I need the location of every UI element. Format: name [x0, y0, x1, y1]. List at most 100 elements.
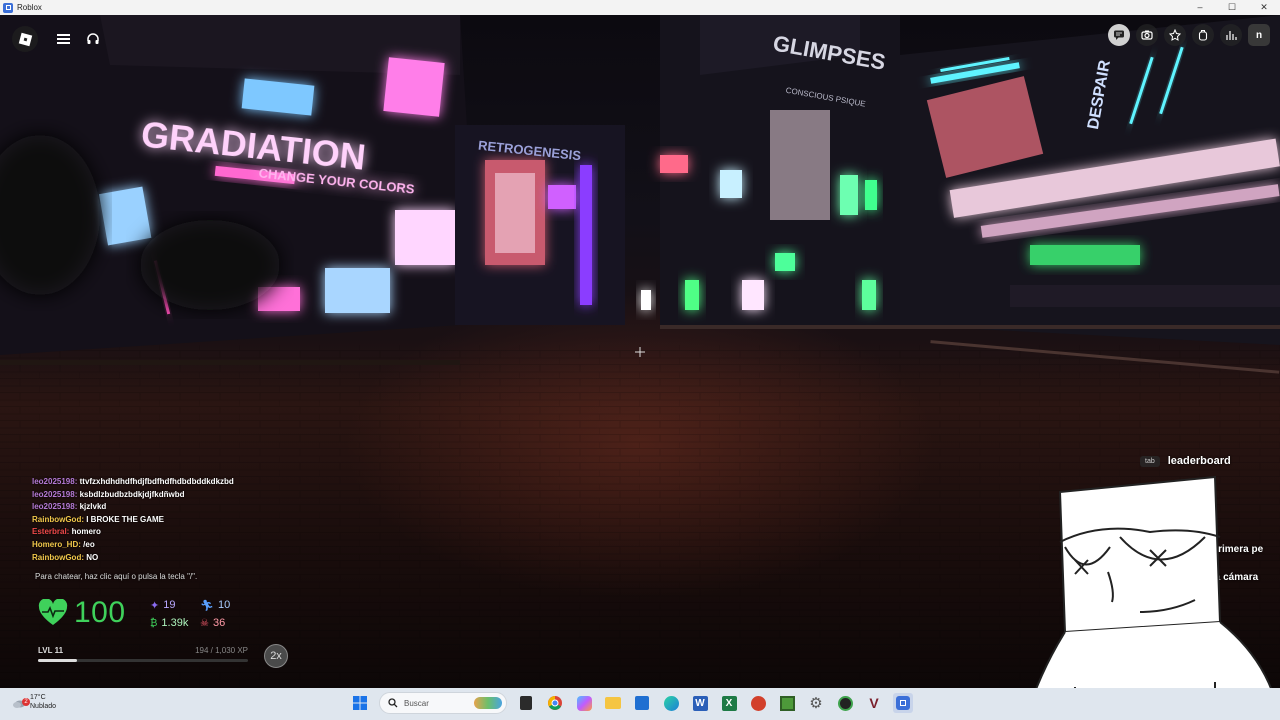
office-icon [750, 695, 766, 711]
roblox-app-icon [3, 2, 13, 13]
taskbar-search[interactable]: Buscar [379, 692, 507, 714]
chat-window[interactable]: leo2025198: ttvfzxhdhdhdfhdjfbdfhdfhdbdb… [32, 476, 312, 564]
taskbar-edge[interactable] [661, 693, 681, 713]
roblox-taskbar-icon [896, 696, 910, 710]
chat-username: Esterbral: [32, 527, 70, 537]
taskbar-xbox[interactable] [835, 693, 855, 713]
taskbar-word[interactable]: W [690, 693, 710, 713]
taskbar-games[interactable]: V [864, 693, 884, 713]
chat-username: Homero_HD: [32, 539, 81, 549]
taskbar-minecraft[interactable] [777, 693, 797, 713]
hamburger-icon [56, 35, 70, 43]
user-avatar-button[interactable]: n [1248, 24, 1270, 46]
taskbar-widgets[interactable] [516, 693, 536, 713]
weather-widget[interactable]: 2 17°C Nublado [12, 693, 56, 711]
widgets-icon [520, 696, 532, 710]
hamburger-menu-button[interactable] [52, 28, 74, 50]
streamer-avatar-drawing [1023, 475, 1280, 720]
kills-value: 36 [212, 617, 226, 629]
chat-text: I BROKE THE GAME [86, 514, 165, 524]
taskbar-excel[interactable]: X [719, 693, 739, 713]
close-button[interactable]: ✕ [1248, 0, 1280, 15]
camera-icon [1141, 30, 1153, 40]
chat-input-hint[interactable]: Para chatear, haz clic aquí o pulsa la t… [35, 572, 197, 581]
chat-text: /eo [83, 539, 95, 549]
chat-message: leo2025198: ksbdlzbudbzbdkjdjfkdñwbd [32, 489, 312, 502]
chat-text: ksbdlzbudbzbdkjdjfkdñwbd [79, 489, 185, 499]
search-placeholder: Buscar [404, 698, 429, 708]
chat-message: Homero_HD: /eo [32, 539, 312, 552]
taskbar-store[interactable] [632, 693, 652, 713]
backpack-button[interactable] [1192, 24, 1214, 46]
windows-start-icon [353, 696, 367, 710]
chat-message: RainbowGod: I BROKE THE GAME [32, 514, 312, 527]
chat-toggle-button[interactable] [1108, 24, 1130, 46]
chat-text: ttvfzxhdhdhdfhdjfbdfhdfhdbdbddkdkzbd [79, 477, 234, 486]
word-icon: W [692, 695, 708, 711]
weather-icon: 2 [12, 696, 30, 708]
chat-username: RainbowGod: [32, 514, 84, 524]
chat-username: leo2025198: [32, 502, 78, 512]
health-display: 100 [38, 596, 126, 630]
taskbar-roblox[interactable] [893, 693, 913, 713]
chat-message: leo2025198: kjzlvkd [32, 501, 312, 514]
chat-username: leo2025198: [32, 477, 78, 486]
chat-username: leo2025198: [32, 489, 78, 499]
coins-stat: ₿ 1.39k [150, 617, 200, 629]
weather-desc: Nublado [30, 703, 57, 710]
xbox-icon [837, 695, 853, 711]
taskbar-chrome[interactable] [545, 693, 565, 713]
speed-stat: 🏃︎ 10 [200, 599, 250, 612]
stats-icon [1226, 31, 1237, 40]
heart-icon [38, 599, 68, 625]
money-icon: ₿ [150, 617, 158, 629]
health-value: 100 [74, 596, 126, 629]
chat-message: leo2025198: ttvfzxhdhdhdfhdjfbdfhdfhdbdb… [32, 476, 312, 489]
start-button[interactable] [350, 693, 370, 713]
taskbar-office[interactable] [748, 693, 768, 713]
xp-bar [38, 659, 248, 662]
running-icon: 🏃︎ [200, 599, 214, 612]
xp-bar-fill [38, 659, 78, 662]
notification-badge: 2 [22, 698, 30, 706]
store-icon [635, 696, 649, 710]
minimize-button[interactable]: – [1184, 0, 1216, 15]
search-icon [388, 698, 398, 708]
taskbar-file-explorer[interactable] [603, 693, 623, 713]
window-title: Roblox [17, 3, 42, 12]
gems-value: 19 [163, 599, 176, 611]
roblox-menu-button[interactable] [12, 26, 38, 52]
taskbar-copilot[interactable] [574, 693, 594, 713]
level-progress: LVL 11 194 / 1,030 XP [38, 646, 248, 662]
chrome-icon [548, 696, 562, 710]
level-label: LVL 11 [38, 646, 64, 655]
player-stats: ✦ 19 🏃︎ 10 ₿ 1.39k ☠ 36 [150, 596, 260, 632]
stats-button[interactable] [1220, 24, 1242, 46]
excel-icon: X [721, 695, 737, 711]
top-right-toolbar: n [1108, 24, 1270, 46]
folder-icon [605, 697, 621, 709]
xp-text: 194 / 1,030 XP [195, 646, 248, 655]
roblox-window: Roblox – ☐ ✕ GRADIATION CHANGE YOUR COLO… [0, 0, 1280, 720]
taskbar-settings[interactable]: ⚙ [806, 693, 826, 713]
chat-username: RainbowGod: [32, 552, 84, 562]
voice-chat-button[interactable] [82, 28, 104, 50]
roblox-logo-icon [18, 32, 32, 46]
emote-button[interactable] [1164, 24, 1186, 46]
leaderboard-hint[interactable]: tab leaderboard [1140, 455, 1231, 467]
search-highlight-icon [474, 697, 502, 709]
leaderboard-label: leaderboard [1167, 455, 1231, 467]
emote-icon [1169, 29, 1181, 41]
screenshot-button[interactable] [1136, 24, 1158, 46]
weather-temp: 17°C [30, 694, 46, 701]
chat-text: NO [86, 552, 99, 562]
maximize-button[interactable]: ☐ [1216, 0, 1248, 15]
chat-message: Esterbral: homero [32, 526, 312, 539]
copilot-icon [576, 695, 592, 711]
taskbar-apps: Buscar W X ⚙ V [350, 692, 913, 714]
gem-icon: ✦ [150, 599, 160, 612]
tab-key: tab [1140, 455, 1160, 467]
headset-icon [87, 33, 99, 44]
window-title-bar: Roblox – ☐ ✕ [0, 0, 1280, 15]
chat-text: kjzlvkd [79, 502, 107, 512]
